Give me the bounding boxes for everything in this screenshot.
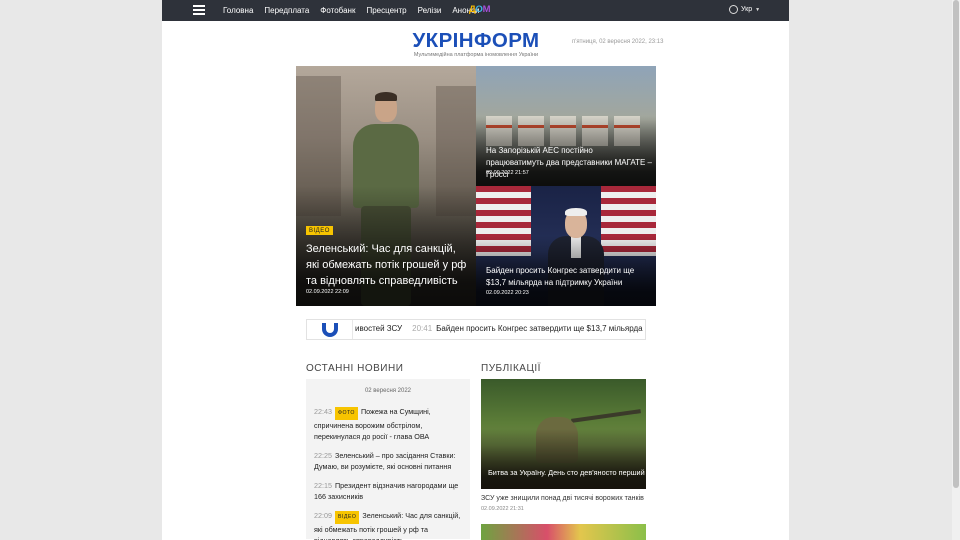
language-selector[interactable]: Укр ▼	[729, 5, 760, 14]
item-time: 22:25	[314, 451, 332, 460]
globe-icon	[729, 5, 738, 14]
publications-title[interactable]: ПУБЛІКАЦІЇ	[481, 363, 646, 374]
nav-link-subscription[interactable]: Передплата	[264, 6, 309, 15]
nav-link-presscenter[interactable]: Пресцентр	[366, 6, 406, 15]
hero-side-story-2[interactable]: Байден просить Конгрес затвердити ще $13…	[476, 186, 656, 306]
publication-time: 02.09.2022 21:31	[481, 506, 524, 512]
hero-main-story[interactable]: ВІДЕО Зеленський: Час для санкцій, які о…	[296, 66, 476, 306]
ukrinform-u-icon	[307, 320, 353, 339]
dom-logo-o: О	[475, 4, 483, 15]
photo-gun	[571, 409, 641, 423]
list-item[interactable]: 22:43 ФОТО Пожежа на Сумщині, спричинена в…	[314, 406, 462, 442]
latest-news-title[interactable]: ОСТАННІ НОВИНИ	[306, 363, 470, 374]
scrollbar[interactable]	[952, 0, 960, 540]
hero-block: ВІДЕО Зеленський: Час для санкцій, які о…	[296, 66, 656, 306]
latest-news-section: ОСТАННІ НОВИНИ 02 вересня 2022 22:43 ФОТО…	[306, 363, 470, 540]
photo-badge: ФОТО	[335, 407, 358, 420]
latest-news-date: 02 вересня 2022	[364, 388, 412, 394]
publication-caption[interactable]: Битва за Україну. День сто дев'яносто пе…	[488, 468, 645, 477]
item-time: 22:09	[314, 511, 332, 520]
hero-main-headline[interactable]: Зеленський: Час для санкцій, які обмежат…	[306, 241, 472, 289]
list-item[interactable]: 22:15 Президент відзначив нагородами ще 1…	[314, 480, 462, 502]
ticker-time: 20:41	[412, 324, 433, 333]
latest-news-list: 02 вересня 2022 22:43 ФОТО Пожежа на Сумщи…	[306, 379, 470, 540]
logo-tagline: Мультимедійна платформа іномовлення Укра…	[413, 52, 539, 58]
menu-icon[interactable]	[193, 5, 205, 15]
page-content: УКРІНФОРМ Мультимедійна платформа іномов…	[162, 21, 789, 540]
top-navigation: Головна Передплата Фотобанк Пресцентр Ре…	[162, 0, 789, 21]
nav-link-releases[interactable]: Релізи	[418, 6, 442, 15]
nav-link-photobank[interactable]: Фотобанк	[320, 6, 355, 15]
hero-side-time-2: 02.09.2022 20:23	[486, 290, 529, 296]
dom-logo[interactable]: ДОМ	[469, 4, 490, 15]
hero-side-headline-2[interactable]: Байден просить Конгрес затвердити ще $13…	[486, 265, 652, 289]
photo-person-hair	[565, 208, 587, 216]
image-shade	[481, 429, 646, 489]
nav-links: Головна Передплата Фотобанк Пресцентр Ре…	[223, 0, 490, 21]
news-ticker[interactable]: ивостей ЗСУ 20:41 Байден просить Конгрес з…	[306, 319, 646, 340]
hero-side-time-1: 02.09.2022 21:57	[486, 170, 529, 176]
list-item[interactable]: 22:25 Зеленський – про засідання Ставки: …	[314, 450, 462, 472]
ticker-text[interactable]: Байден просить Конгрес затвердити ще $13…	[436, 324, 645, 333]
ticker-track: ивостей ЗСУ 20:41 Байден просить Конгрес з…	[355, 324, 645, 333]
dom-logo-m: М	[482, 4, 491, 15]
current-date: п'ятниця, 02 вересня 2022, 23:13	[572, 39, 664, 45]
logo-text: УКРІНФОРМ	[412, 29, 540, 52]
item-time: 22:43	[314, 407, 332, 416]
list-item[interactable]: 22:09 ВІДЕО Зеленський: Час для санкцій, я…	[314, 510, 462, 540]
video-badge: ВІДЕО	[335, 511, 360, 524]
video-badge: ВІДЕО	[306, 226, 333, 235]
nav-link-home[interactable]: Головна	[223, 6, 253, 15]
scrollbar-thumb[interactable]	[953, 0, 959, 488]
hero-main-time: 02.09.2022 22:09	[306, 289, 349, 295]
publication-image-2[interactable]	[481, 524, 646, 540]
chevron-down-icon: ▼	[755, 6, 761, 13]
item-text[interactable]: Зеленський – про засідання Ставки: Думаю…	[314, 451, 456, 471]
item-text[interactable]: Президент відзначив нагородами ще 166 за…	[314, 481, 458, 501]
ticker-prev-text[interactable]: ивостей ЗСУ	[355, 324, 402, 333]
publication-subtitle[interactable]: ЗСУ уже знищили понад дві тисячі ворожих…	[481, 495, 646, 502]
hero-side-story-1[interactable]: На Запорізькій АЕС постійно працюватимут…	[476, 66, 656, 186]
item-time: 22:15	[314, 481, 332, 490]
site-logo[interactable]: УКРІНФОРМ Мультимедійна платформа іномов…	[400, 29, 552, 59]
publications-section: ПУБЛІКАЦІЇ Битва за Україну. День сто де…	[481, 363, 646, 540]
language-label: Укр	[741, 6, 753, 13]
publication-image[interactable]: Битва за Україну. День сто дев'яносто пе…	[481, 379, 646, 489]
